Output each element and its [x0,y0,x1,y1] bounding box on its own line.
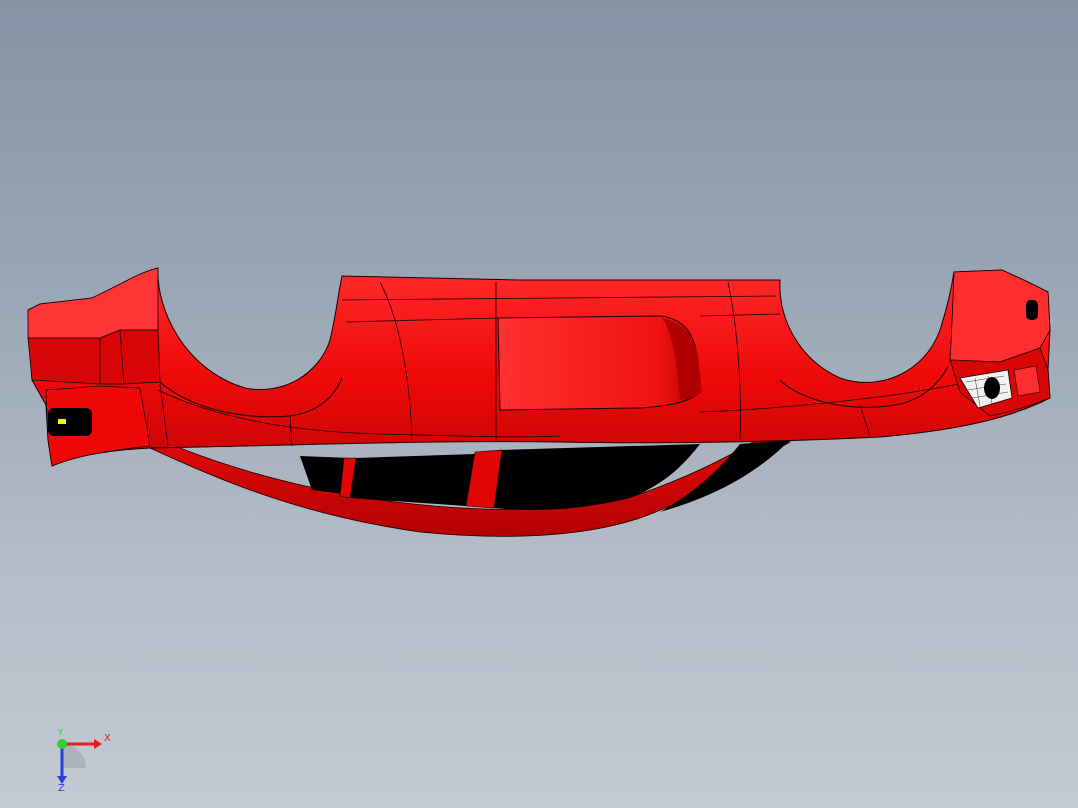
x-axis-label: X [104,733,111,744]
z-axis-label: Z [58,783,65,794]
fog-light-left [48,408,92,436]
bumper-model[interactable] [0,0,1078,808]
sensor-hole-right [1026,300,1038,320]
coordinate-triad: X Y Z [50,728,120,798]
opening-middle [350,454,475,506]
graphics-viewport[interactable]: X Y Z [0,0,1078,808]
indicator-light-left [58,419,66,424]
y-axis-label: Y [58,728,63,737]
